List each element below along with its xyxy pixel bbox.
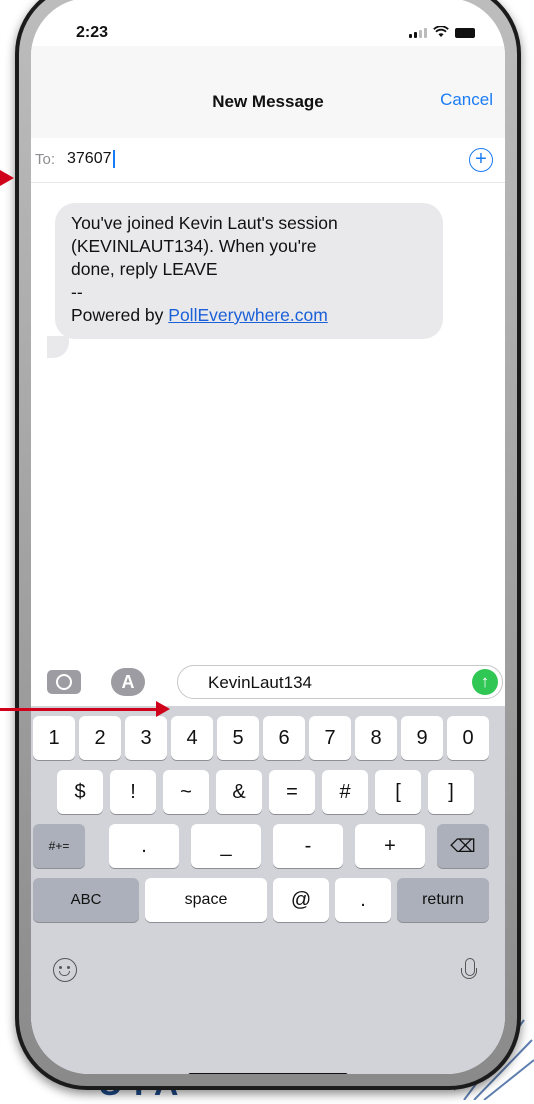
status-time: 2:23 (76, 24, 109, 41)
key-4[interactable]: 4 (171, 716, 213, 760)
signal-icon (409, 28, 427, 38)
bubble-tail (35, 336, 69, 358)
message-line: done, reply LEAVE (71, 259, 218, 279)
space-key[interactable]: space (145, 878, 267, 922)
recipient-field[interactable]: 37607 (67, 150, 115, 168)
powered-by-text: Powered by (71, 305, 169, 325)
key-ampersand[interactable]: & (216, 770, 262, 814)
key-hash[interactable]: # (322, 770, 368, 814)
key-6[interactable]: 6 (263, 716, 305, 760)
status-icons (409, 26, 475, 38)
wifi-icon (433, 26, 449, 37)
key-plus[interactable]: + (355, 824, 425, 868)
polleverywhere-link[interactable]: PollEverywhere.com (168, 305, 328, 325)
key-7[interactable]: 7 (309, 716, 351, 760)
key-3[interactable]: 3 (125, 716, 167, 760)
key-at[interactable]: @ (273, 878, 329, 922)
add-recipient-button[interactable]: + (469, 148, 493, 172)
key-1[interactable]: 1 (33, 716, 75, 760)
camera-icon[interactable] (47, 670, 81, 694)
message-input-value: KevinLaut134 (208, 673, 312, 692)
text-cursor (112, 150, 115, 168)
page-title: New Message (212, 92, 324, 111)
annotation-arrow-message-head (156, 701, 170, 717)
to-label: To: (35, 151, 56, 168)
arrow-up-icon: ↑ (480, 672, 490, 691)
home-indicator[interactable] (188, 1073, 348, 1074)
key-equals[interactable]: = (269, 770, 315, 814)
backspace-icon: ⌫ (450, 836, 476, 856)
key-9[interactable]: 9 (401, 716, 443, 760)
annotation-arrow-to-head (0, 170, 14, 186)
recipient-value: 37607 (67, 150, 112, 168)
key-8[interactable]: 8 (355, 716, 397, 760)
cancel-button[interactable]: Cancel (440, 90, 493, 110)
annotation-arrow-message (0, 708, 158, 711)
key-5[interactable]: 5 (217, 716, 259, 760)
battery-icon (455, 28, 475, 38)
key-0[interactable]: 0 (447, 716, 489, 760)
key-underscore[interactable]: _ (191, 824, 261, 868)
message-line: Powered by PollEverywhere.com (71, 304, 427, 327)
key-minus[interactable]: - (273, 824, 343, 868)
key-tilde[interactable]: ~ (163, 770, 209, 814)
microphone-icon[interactable] (461, 958, 477, 979)
message-input[interactable]: KevinLaut134 ↑ (177, 665, 503, 699)
key-dot[interactable]: . (335, 878, 391, 922)
key-right-bracket[interactable]: ] (428, 770, 474, 814)
recipient-bar[interactable]: To: 37607 + (31, 138, 505, 183)
symbols-shift-key[interactable]: #+= (33, 824, 85, 868)
send-button[interactable]: ↑ (472, 669, 498, 695)
key-period[interactable]: . (109, 824, 179, 868)
status-bar: 2:23 (31, 0, 505, 46)
plus-icon: + (475, 148, 487, 170)
app-store-icon[interactable]: A (111, 668, 145, 696)
received-message-bubble: You've joined Kevin Laut's session (KEVI… (55, 203, 443, 339)
keyboard: 1 2 3 4 5 6 7 8 9 0 $ ! ~ & = # [ ] #+= … (31, 706, 505, 1074)
message-line: You've joined Kevin Laut's session (71, 213, 338, 233)
key-2[interactable]: 2 (79, 716, 121, 760)
emoji-icon[interactable] (53, 958, 77, 982)
delete-key[interactable]: ⌫ (437, 824, 489, 868)
abc-key[interactable]: ABC (33, 878, 139, 922)
message-line: -- (71, 282, 83, 302)
message-line: (KEVINLAUT134). When you're (71, 236, 317, 256)
phone-frame: 2:23 New Message Cancel To: 37607 + You'… (15, 0, 521, 1090)
key-exclamation[interactable]: ! (110, 770, 156, 814)
return-key[interactable]: return (397, 878, 489, 922)
key-dollar[interactable]: $ (57, 770, 103, 814)
compose-bar: A KevinLaut134 ↑ (31, 656, 505, 706)
nav-bar: New Message Cancel (31, 46, 505, 139)
phone-bezel: 2:23 New Message Cancel To: 37607 + You'… (19, 0, 517, 1086)
phone-screen: 2:23 New Message Cancel To: 37607 + You'… (31, 0, 505, 1074)
key-left-bracket[interactable]: [ (375, 770, 421, 814)
